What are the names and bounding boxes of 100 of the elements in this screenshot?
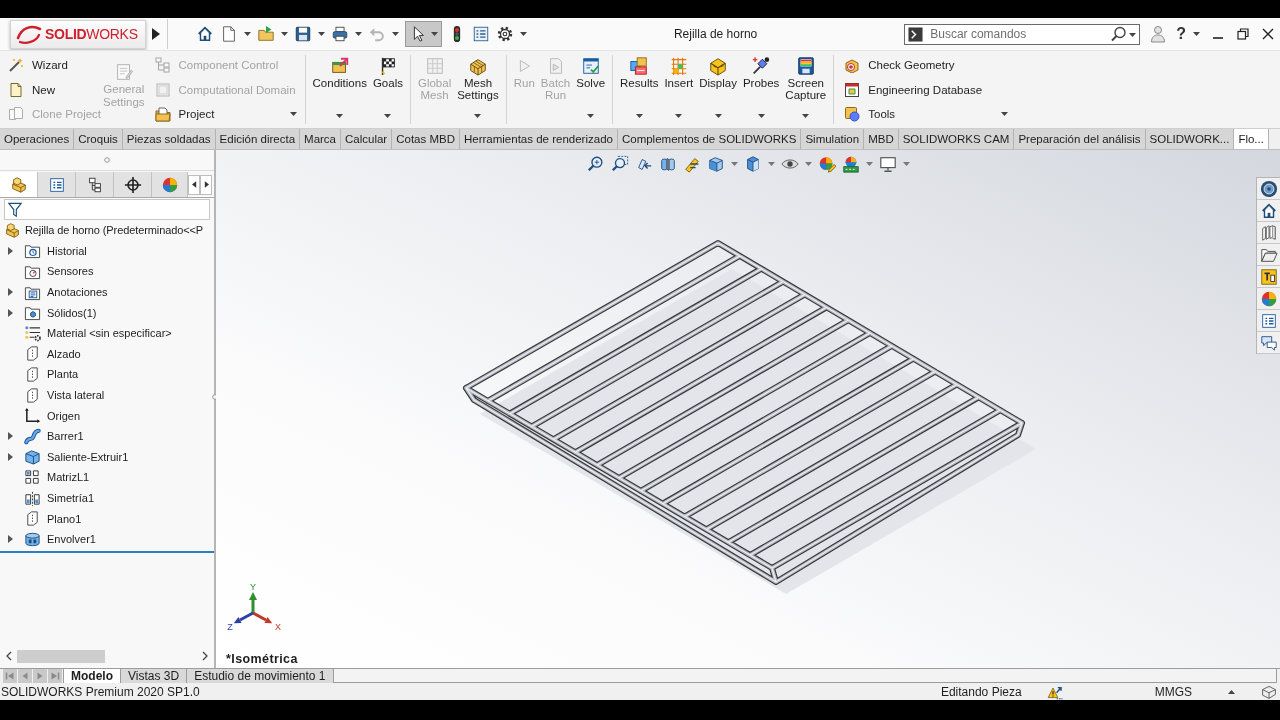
tree-item[interactable]: MatrizL1 xyxy=(0,467,214,488)
expand-arrow-icon[interactable] xyxy=(8,308,13,317)
ribbon-button[interactable]: Mesh Settings xyxy=(454,51,502,128)
expand-arrow-icon[interactable] xyxy=(8,432,13,441)
command-tab[interactable]: SOLIDWORKS CAM xyxy=(898,129,1015,149)
command-tab[interactable]: MBD xyxy=(864,129,899,149)
tree-item[interactable]: Saliente-Extruir1 xyxy=(0,446,214,468)
command-tab[interactable]: Operaciones xyxy=(0,129,75,149)
tree-item[interactable]: Planta xyxy=(0,364,214,385)
ribbon-button[interactable]: Solve xyxy=(573,51,609,128)
ribbon-command[interactable]: Engineering Database xyxy=(840,77,1013,102)
bottom-tab[interactable]: Estudio de movimiento 1 xyxy=(186,669,334,683)
tree-item[interactable]: Envolver1 xyxy=(0,528,214,550)
unit-system[interactable]: MMGS xyxy=(1154,684,1192,699)
command-tab[interactable]: Flo... xyxy=(1234,129,1269,149)
tree-item[interactable]: Origen xyxy=(0,405,214,426)
search-field[interactable]: Buscar comandos xyxy=(904,23,1141,45)
command-tab[interactable]: SOLIDWORK... xyxy=(1145,129,1235,149)
command-tab[interactable]: Herramientas de renderizado xyxy=(460,129,618,149)
scroll-tab-button[interactable] xyxy=(188,174,200,195)
tree-item[interactable]: Historial xyxy=(0,240,214,262)
sphere-pencil-icon[interactable] xyxy=(817,155,836,173)
chevron-right-icon[interactable] xyxy=(202,651,208,661)
sphere-icon[interactable] xyxy=(1259,289,1278,308)
bottom-tab[interactable]: Modelo xyxy=(63,669,121,683)
panel-tab[interactable] xyxy=(114,172,152,197)
command-tab[interactable]: Calcular xyxy=(341,129,393,149)
sphere-scene-icon[interactable] xyxy=(841,155,860,173)
command-tab[interactable]: Preparación del análisis xyxy=(1014,129,1146,149)
printer-icon[interactable] xyxy=(331,25,349,43)
expand-arrow-icon[interactable] xyxy=(8,246,13,255)
caret-icon[interactable] xyxy=(244,32,251,36)
scroll-tab-button[interactable] xyxy=(200,174,212,195)
settings-icon[interactable] xyxy=(496,25,514,43)
ribbon-command[interactable]: Tools xyxy=(840,102,1013,127)
tile-icon[interactable] xyxy=(1259,267,1278,286)
user-icon[interactable] xyxy=(1150,25,1167,43)
command-tab[interactable]: Marca xyxy=(300,129,341,149)
ribbon-button[interactable]: Insert xyxy=(661,51,697,128)
ribbon-button[interactable]: Goals xyxy=(369,51,406,128)
monitor-icon[interactable] xyxy=(878,155,897,173)
search-icon[interactable] xyxy=(1110,25,1127,42)
chevron-left-icon[interactable] xyxy=(6,651,12,661)
scrollbar-thumb[interactable] xyxy=(17,649,105,663)
ribbon-command[interactable]: Wizard xyxy=(4,53,100,78)
ribbon-button[interactable]: Conditions xyxy=(309,51,370,128)
document-icon[interactable] xyxy=(220,25,238,43)
grip-icon[interactable] xyxy=(104,157,110,163)
command-tab[interactable]: Edición directa xyxy=(215,129,301,149)
cube-icon[interactable] xyxy=(706,155,725,173)
bottom-tab[interactable]: Vistas 3D xyxy=(120,669,188,683)
speech-bubbles-icon[interactable] xyxy=(1259,333,1278,352)
list-icon[interactable] xyxy=(1259,311,1278,330)
command-tab[interactable]: Croquis xyxy=(74,129,123,149)
tree-item[interactable]: Rejilla de horno (Predeterminado<<P xyxy=(0,220,214,241)
pencil-lines-icon[interactable] xyxy=(682,155,701,173)
command-tab[interactable]: Simulation xyxy=(801,129,865,149)
ribbon-button[interactable]: Display xyxy=(696,51,740,128)
box-icon[interactable] xyxy=(1261,683,1277,700)
caret-icon[interactable] xyxy=(1129,32,1137,37)
tree-item[interactable]: Alzado xyxy=(0,343,214,365)
command-tab[interactable]: Piezas soldadas xyxy=(122,129,216,149)
rollback-bar[interactable] xyxy=(0,550,214,553)
expand-arrow-icon[interactable] xyxy=(8,535,13,544)
panel-tab[interactable] xyxy=(76,172,114,197)
home-icon[interactable] xyxy=(196,25,214,43)
caret-icon[interactable] xyxy=(1228,689,1235,694)
caret-icon[interactable] xyxy=(1193,32,1200,36)
tree-item[interactable]: Material <sin especificar> xyxy=(0,322,214,344)
ribbon-button[interactable]: Screen Capture xyxy=(782,51,830,128)
cut-cylinder-icon[interactable] xyxy=(658,155,677,173)
ribbon-command[interactable]: Project xyxy=(150,102,301,127)
home-icon[interactable] xyxy=(1259,201,1278,220)
filter-field[interactable] xyxy=(4,199,210,220)
caret-icon[interactable] xyxy=(520,32,527,36)
list-icon[interactable] xyxy=(472,25,490,43)
caret-icon[interactable] xyxy=(392,32,399,36)
tree-item[interactable]: Plano1 xyxy=(0,508,214,529)
tree-item[interactable]: Simetría1 xyxy=(0,487,214,509)
tree-item[interactable]: Vista lateral xyxy=(0,384,214,406)
caret-icon[interactable] xyxy=(318,32,325,36)
command-tab[interactable]: Cotas MBD xyxy=(392,129,460,149)
floppy-icon[interactable] xyxy=(294,25,312,43)
magnifier-icon[interactable] xyxy=(586,155,605,173)
expand-arrow-icon[interactable] xyxy=(8,452,13,461)
caret-icon[interactable] xyxy=(281,32,288,36)
select-button[interactable] xyxy=(405,21,442,47)
ribbon-command[interactable]: Check Geometry xyxy=(840,53,1013,78)
books-icon[interactable] xyxy=(1259,223,1278,242)
expand-arrow-icon[interactable] xyxy=(8,288,13,297)
tree-item[interactable]: Sólidos(1) xyxy=(0,302,214,323)
ribbon-button[interactable]: Probes xyxy=(739,51,783,128)
logo-button[interactable]: SOLIDWORKS xyxy=(10,19,146,49)
caret-icon[interactable] xyxy=(355,32,362,36)
magnifier-dashed-box-icon[interactable] xyxy=(610,155,629,173)
tree-item[interactable]: Sensores xyxy=(0,261,214,282)
help-button[interactable]: ? xyxy=(1176,25,1186,43)
ring-icon[interactable] xyxy=(1259,179,1278,198)
tree-item[interactable]: Anotaciones xyxy=(0,281,214,303)
command-tab[interactable]: Complementos de SOLIDWORKS xyxy=(617,129,802,149)
